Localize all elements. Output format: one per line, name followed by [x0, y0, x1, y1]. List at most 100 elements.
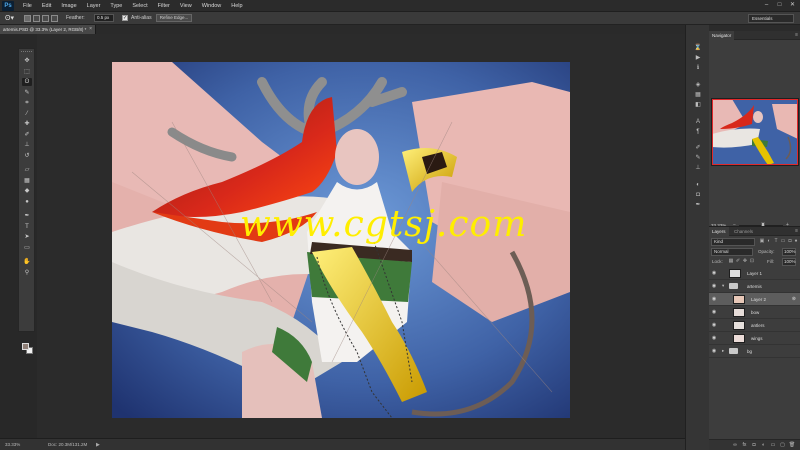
move-tool-icon[interactable]: ✥ [22, 57, 32, 65]
fx-icon[interactable]: fx [741, 442, 749, 449]
zoom-tool-icon[interactable]: ⚲ [22, 269, 32, 277]
menu-layer[interactable]: Layer [82, 0, 106, 12]
shape-tool-icon[interactable]: ▭ [22, 244, 32, 252]
character-panel-icon[interactable]: A [693, 118, 703, 126]
menu-view[interactable]: View [175, 0, 197, 12]
clone-source-icon[interactable]: ⊥ [693, 164, 703, 172]
group-toggle-icon[interactable]: ▸ [722, 348, 724, 354]
styles-panel-icon[interactable]: ◧ [693, 101, 703, 109]
status-zoom[interactable]: 33.33% [5, 441, 20, 449]
layer-kind-filter[interactable]: Kind [711, 238, 755, 246]
navigator-view-frame[interactable] [712, 99, 798, 165]
layer-name[interactable]: wings [751, 334, 763, 343]
lasso-tool-icon[interactable]: ʘ [22, 78, 32, 86]
toolbar-grip[interactable] [21, 51, 32, 54]
layer-name[interactable]: bg [747, 347, 752, 356]
history-brush-tool-icon[interactable]: ↺ [22, 152, 32, 160]
minimize-icon[interactable]: – [763, 2, 770, 9]
tab-channels[interactable]: Channels [731, 227, 756, 236]
visibility-eye-icon[interactable]: ◉ [711, 283, 717, 289]
eyedropper-tool-icon[interactable]: ⁄ [22, 110, 32, 118]
brush-panel-icon[interactable]: ✐ [693, 144, 703, 152]
filter-toggle-icon[interactable]: ● [793, 238, 799, 245]
history-panel-icon[interactable]: ⌛ [693, 44, 703, 52]
adjustments-panel-icon[interactable]: ◐ [693, 181, 703, 189]
navigator-thumbnail[interactable] [711, 98, 799, 166]
layer-row[interactable]: ◉ bow [709, 306, 800, 319]
marquee-tool-icon[interactable]: ⬚ [22, 68, 32, 76]
menu-window[interactable]: Window [197, 0, 227, 12]
menu-type[interactable]: Type [105, 0, 127, 12]
trash-icon[interactable]: 🗑 [788, 442, 796, 449]
dodge-tool-icon[interactable]: ● [22, 198, 32, 206]
path-select-tool-icon[interactable]: ➤ [22, 233, 32, 241]
menu-select[interactable]: Select [127, 0, 152, 12]
folder-icon[interactable]: ▭ [769, 442, 777, 449]
pen-tool-icon[interactable]: ✒ [22, 212, 32, 220]
brush-presets-icon[interactable]: ✎ [693, 154, 703, 162]
link-icon[interactable]: ∞ [731, 442, 739, 449]
layer-thumbnail[interactable] [733, 308, 745, 317]
lock-image-icon[interactable]: ✐ [735, 258, 741, 265]
blur-tool-icon[interactable]: ◆ [22, 187, 32, 195]
healing-brush-tool-icon[interactable]: ✚ [22, 120, 32, 128]
layer-name[interactable]: Layer 2 [751, 295, 766, 304]
quick-select-tool-icon[interactable]: ✎ [22, 89, 32, 97]
artwork-canvas[interactable]: www.cgtsj.com [112, 62, 570, 418]
opacity-input[interactable]: 100% [782, 248, 796, 256]
tab-close-icon[interactable]: × [89, 25, 92, 34]
clone-stamp-tool-icon[interactable]: ⊥ [22, 141, 32, 149]
lock-position-icon[interactable]: ✥ [742, 258, 748, 265]
layer-row[interactable]: ◉ Layer 2 ⊗ [709, 293, 800, 306]
blend-mode-select[interactable]: Normal [711, 248, 753, 256]
menu-file[interactable]: File [18, 0, 37, 12]
info-panel-icon[interactable]: ℹ [693, 64, 703, 72]
gradient-tool-icon[interactable]: ▦ [22, 177, 32, 185]
menu-help[interactable]: Help [226, 0, 247, 12]
fill-input[interactable]: 100% [782, 258, 796, 266]
layers-menu-icon[interactable]: ≡ [795, 227, 798, 236]
group-toggle-icon[interactable]: ▾ [722, 283, 724, 289]
lasso-preset-icon[interactable]: ʘ▾ [5, 14, 17, 23]
layer-thumbnail[interactable] [733, 334, 745, 343]
layer-row[interactable]: ◉ ▸ bg [709, 345, 800, 358]
lock-all-icon[interactable]: ⊡ [749, 258, 755, 265]
swatches-panel-icon[interactable]: ▦ [693, 91, 703, 99]
workspace-switcher[interactable]: Essentials [748, 14, 794, 23]
shape-filter-icon[interactable]: ▭ [780, 238, 786, 245]
visibility-eye-icon[interactable]: ◉ [711, 335, 717, 341]
layer-thumbnail[interactable] [733, 321, 745, 330]
navigator-menu-icon[interactable]: ≡ [795, 31, 798, 40]
tab-navigator[interactable]: Navigator [709, 31, 735, 40]
color-panel-icon[interactable]: ◈ [693, 81, 703, 89]
layer-name[interactable]: bow [751, 308, 759, 317]
layer-name[interactable]: antlers [751, 321, 765, 330]
adjustment-filter-icon[interactable]: ◐ [766, 238, 772, 245]
actions-panel-icon[interactable]: ▶ [693, 54, 703, 62]
paragraph-panel-icon[interactable]: ¶ [693, 128, 703, 136]
type-filter-icon[interactable]: T [773, 238, 779, 245]
visibility-eye-icon[interactable]: ◉ [711, 348, 717, 354]
layer-row[interactable]: ◉ Layer 1 [709, 267, 800, 280]
paths-panel-icon[interactable]: ✒ [693, 201, 703, 209]
new-layer-icon[interactable]: ▢ [779, 442, 787, 449]
layer-name[interactable]: Layer 1 [747, 269, 762, 278]
anti-alias-checkbox[interactable]: ✓ [122, 15, 128, 21]
type-tool-icon[interactable]: T [22, 223, 32, 231]
menu-image[interactable]: Image [56, 0, 81, 12]
layer-row[interactable]: ◉ ▾ artemis [709, 280, 800, 293]
canvas-area[interactable]: www.cgtsj.com [37, 34, 685, 438]
maximize-icon[interactable]: □ [776, 2, 783, 9]
hand-tool-icon[interactable]: ✋ [22, 258, 32, 266]
subtract-selection-icon[interactable] [42, 15, 49, 22]
status-menu-arrow-icon[interactable]: ▶ [96, 441, 100, 449]
pixel-filter-icon[interactable]: ▣ [759, 238, 765, 245]
visibility-eye-icon[interactable]: ◉ [711, 322, 717, 328]
layer-thumbnail[interactable] [733, 295, 745, 304]
menu-filter[interactable]: Filter [153, 0, 175, 12]
layer-thumbnail[interactable] [729, 269, 741, 278]
tab-layers[interactable]: Layers [709, 227, 729, 236]
lock-transparency-icon[interactable]: ▦ [728, 258, 734, 265]
visibility-eye-icon[interactable]: ◉ [711, 296, 717, 302]
eraser-tool-icon[interactable]: ▱ [22, 166, 32, 174]
